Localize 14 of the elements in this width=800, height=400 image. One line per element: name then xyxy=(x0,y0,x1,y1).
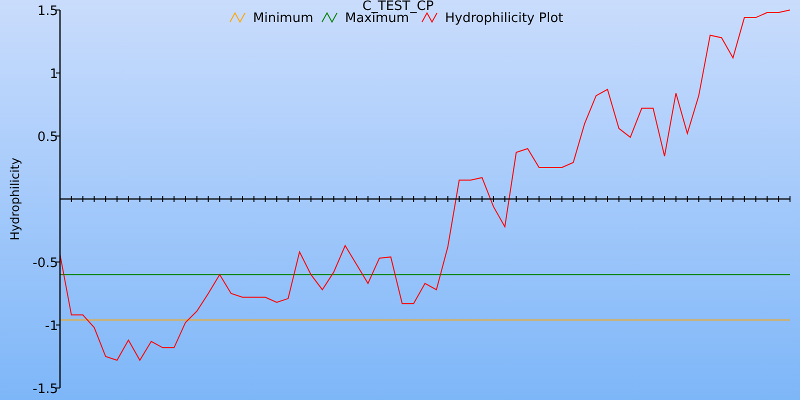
chart-title: C_TEST_CP xyxy=(362,0,434,14)
y-tick-label: 1 xyxy=(50,67,58,82)
legend-line-icon xyxy=(322,12,338,24)
legend-label: Hydrophilicity Plot xyxy=(445,11,564,26)
y-axis-title: Hydrophilicity xyxy=(8,158,22,240)
legend-label: Minimum xyxy=(253,11,314,26)
legend-label: Maximum xyxy=(345,11,410,26)
legend-line-icon xyxy=(422,12,438,24)
y-tick-label: -0.5 xyxy=(32,256,58,271)
y-tick-label: 0.5 xyxy=(37,130,58,145)
legend-line-icon xyxy=(230,12,246,24)
y-tick-label: 1.5 xyxy=(37,4,58,19)
y-tick-label: -1 xyxy=(45,319,58,334)
y-tick-label: -1.5 xyxy=(32,382,58,397)
